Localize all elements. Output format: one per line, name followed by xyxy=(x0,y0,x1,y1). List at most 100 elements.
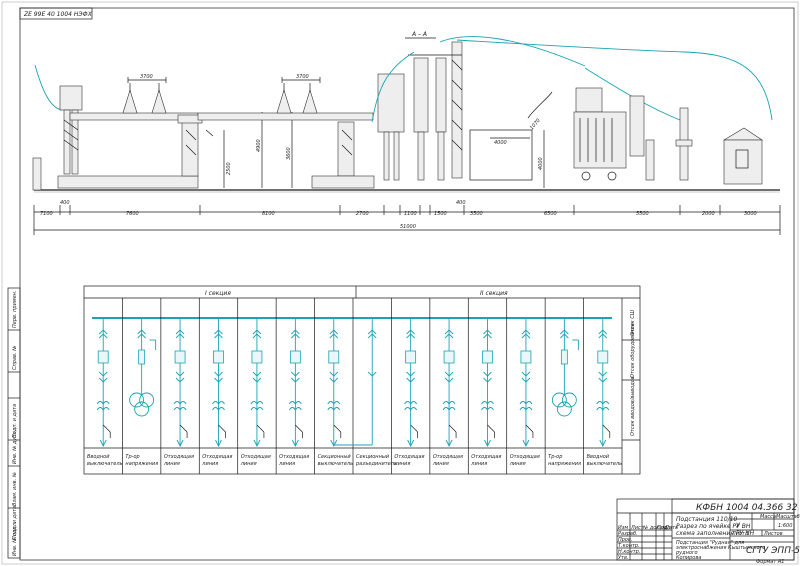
cell-label: Отходящая xyxy=(471,454,501,460)
incoming-line xyxy=(34,64,63,111)
vt-winding xyxy=(139,392,155,408)
dim-3600: 3600 xyxy=(286,147,292,160)
left-foundation xyxy=(57,175,199,189)
cell-label: линия xyxy=(432,461,449,467)
cell-label: напряжения xyxy=(125,461,158,467)
earth-switch xyxy=(333,424,342,433)
tb-lit: У xyxy=(736,522,740,529)
dim-1070: 1070 xyxy=(529,118,542,132)
dim-bottom-3: 8100 xyxy=(262,211,275,217)
conductor-3 xyxy=(456,39,773,121)
middle-busbar-frame xyxy=(197,112,374,121)
breaker xyxy=(520,350,532,364)
cell-label: Отходящая xyxy=(433,454,463,460)
power-transformer xyxy=(573,111,627,169)
dim-3700-a: 3700 xyxy=(140,74,153,80)
dim-bottom-7: 400 xyxy=(456,200,466,206)
earth-switch xyxy=(602,424,611,433)
drawing-sheet: ZE 99E 40 1004 НЭФХ Перв. примен. Справ.… xyxy=(1,1,800,565)
earth-switch xyxy=(525,424,534,433)
breaker xyxy=(213,350,224,364)
vt-winding xyxy=(134,401,150,417)
section-view: 3700 2500 4900 3600 3700 А – А 4000 4000… xyxy=(32,31,781,235)
cell-label: линия xyxy=(509,461,526,467)
cell-label: выключатель xyxy=(587,461,623,467)
side-stamp-4: Взам. инв. № xyxy=(12,472,18,506)
title-sub-4: Копирова xyxy=(676,555,701,561)
side-stamp-6: Инв. № подл. xyxy=(12,522,18,557)
tb-org: СГТУ ЭПП-52 xyxy=(746,546,800,556)
row-label-cables: Отсек вводов/выводов xyxy=(630,376,636,436)
transformer-bushings xyxy=(575,87,603,113)
control-building xyxy=(469,129,533,181)
cell-label: Тр-ор xyxy=(125,454,139,460)
title-block: КФБН 1004 04.366 32 Изм Лист № докум. По… xyxy=(616,498,800,565)
side-stamp-1: Справ. № xyxy=(12,346,18,370)
gantry-tower xyxy=(451,41,463,179)
section-two-label: II секция xyxy=(480,290,508,297)
insulator-3 xyxy=(276,88,292,114)
dim-4900: 4900 xyxy=(256,139,262,152)
cell-label: линия xyxy=(201,461,218,467)
tb-scale: 1:600 xyxy=(778,523,792,529)
dim-bottom-2: 7600 xyxy=(126,211,139,217)
cell-label: линия xyxy=(393,461,410,467)
vt-winding xyxy=(561,392,577,408)
earth-switch xyxy=(295,424,303,433)
cells-group: ВводнойвыключательТр-орнапряженияОтходящ… xyxy=(87,298,622,474)
breaker xyxy=(97,350,109,364)
switchgear-schematic: I секция II секция Отсек СШ Отсек оборуд… xyxy=(83,285,641,475)
dim-4000-horiz: 4000 xyxy=(494,140,507,146)
breaker xyxy=(251,350,263,364)
dim-bottom-11: 2000 xyxy=(702,211,715,217)
cell-label: Отходящая xyxy=(164,454,194,460)
cell-label: линия xyxy=(240,461,257,467)
dim-3700-b: 3700 xyxy=(296,74,309,80)
dim-4000-vert: 4000 xyxy=(538,157,544,170)
breaker xyxy=(174,350,186,364)
tb-format: Формат А1 xyxy=(756,559,784,565)
cell-label: Отходящая xyxy=(394,454,424,460)
breaker xyxy=(443,350,455,364)
cell-label: Вводной xyxy=(587,454,610,460)
insulator-4 xyxy=(302,88,318,114)
earth-switch xyxy=(102,424,111,433)
cell-label: разъединитель xyxy=(355,461,397,467)
cell-label: линия xyxy=(163,461,180,467)
insulator-1 xyxy=(122,88,138,114)
cell-label: выключатель xyxy=(87,461,123,467)
breaker xyxy=(482,350,493,364)
schematic-frame xyxy=(83,285,641,475)
tb-sheet-label: Лист xyxy=(731,531,746,537)
tb-sheet-num: 1 xyxy=(746,531,749,537)
breaker xyxy=(328,350,340,364)
cell-label: Секционный xyxy=(356,454,390,460)
dim-bottom-4: 2700 xyxy=(356,211,369,217)
row-label-equipment: Отсек оборудования xyxy=(630,323,636,378)
dim-bottom-9: 6500 xyxy=(544,211,557,217)
insulator-2 xyxy=(151,88,167,114)
earth-switch xyxy=(218,424,226,433)
cell-label: Секционный xyxy=(318,454,352,460)
cell-label: линия xyxy=(278,461,295,467)
earth-switch xyxy=(179,424,188,433)
current-transformer xyxy=(413,57,429,133)
dim-bottom-6: 1500 xyxy=(434,211,447,217)
earth-switch xyxy=(256,424,265,433)
dim-bottom-0: 400 xyxy=(60,200,70,206)
side-stamp-0: Перв. примен. xyxy=(12,290,18,328)
middle-foundation xyxy=(311,175,375,189)
side-stamp: Перв. примен. Справ. № Подп. и дата Инв.… xyxy=(7,287,21,559)
fuse xyxy=(138,349,146,365)
section-mark: А – А xyxy=(411,31,427,38)
tb-sheets-label: Листов xyxy=(763,531,783,537)
drawing-frame xyxy=(19,7,795,561)
dim-bottom-10: 5500 xyxy=(636,211,649,217)
dim-bottom-1: 7100 xyxy=(40,211,53,217)
earth-switch xyxy=(448,424,457,433)
tb-mass-label: Масса xyxy=(760,514,776,520)
dim-bottom-5: 1100 xyxy=(404,211,417,217)
cell-label: выключатель xyxy=(318,461,354,467)
dim-total: 51000 xyxy=(400,224,416,230)
cell-label: Отходящая xyxy=(510,454,540,460)
